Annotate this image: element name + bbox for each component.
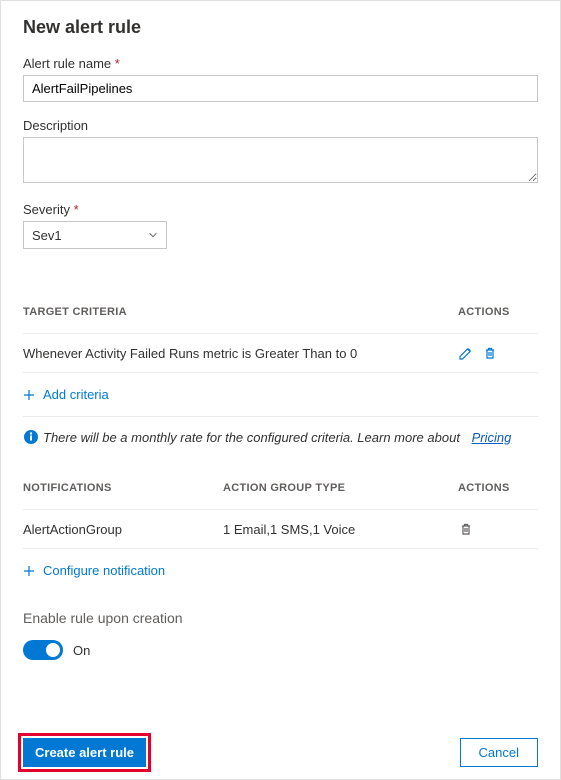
notifications-header: NOTIFICATIONS: [23, 474, 223, 504]
criteria-table: TARGET CRITERIA ACTIONS Whenever Activit…: [23, 293, 538, 417]
create-alert-rule-button[interactable]: Create alert rule: [23, 738, 146, 767]
notifications-actions-header: ACTIONS: [458, 474, 538, 504]
action-group-type-header: ACTION GROUP TYPE: [223, 474, 458, 504]
edit-icon[interactable]: [458, 345, 474, 361]
severity-select[interactable]: Sev1: [23, 221, 167, 249]
enable-toggle[interactable]: [23, 640, 63, 660]
cancel-button[interactable]: Cancel: [460, 738, 538, 767]
delete-icon[interactable]: [458, 521, 474, 537]
page-title: New alert rule: [23, 17, 538, 38]
notification-name: AlertActionGroup: [23, 522, 223, 537]
pricing-info: There will be a monthly rate for the con…: [23, 417, 538, 469]
info-icon: [23, 429, 39, 445]
severity-label: Severity *: [23, 202, 538, 217]
criteria-text: Whenever Activity Failed Runs metric is …: [23, 346, 458, 361]
delete-icon[interactable]: [482, 345, 498, 361]
severity-value: Sev1: [32, 228, 62, 243]
notification-type: 1 Email,1 SMS,1 Voice: [223, 522, 458, 537]
toggle-state-label: On: [73, 643, 90, 658]
description-label: Description: [23, 118, 538, 133]
plus-icon: [23, 389, 35, 401]
add-criteria-button[interactable]: Add criteria: [23, 373, 538, 417]
description-textarea[interactable]: [23, 137, 538, 183]
criteria-header-actions: ACTIONS: [458, 298, 538, 328]
alert-name-label: Alert rule name *: [23, 56, 538, 71]
chevron-down-icon: [148, 230, 158, 240]
enable-rule-label: Enable rule upon creation: [23, 610, 538, 626]
notification-row: AlertActionGroup 1 Email,1 SMS,1 Voice: [23, 509, 538, 549]
plus-icon: [23, 565, 35, 577]
pricing-link[interactable]: Pricing: [472, 430, 512, 445]
configure-notification-button[interactable]: Configure notification: [23, 549, 538, 592]
notifications-table: NOTIFICATIONS ACTION GROUP TYPE ACTIONS …: [23, 469, 538, 592]
criteria-row: Whenever Activity Failed Runs metric is …: [23, 333, 538, 373]
alert-name-input[interactable]: [23, 75, 538, 102]
criteria-header-target: TARGET CRITERIA: [23, 298, 458, 328]
